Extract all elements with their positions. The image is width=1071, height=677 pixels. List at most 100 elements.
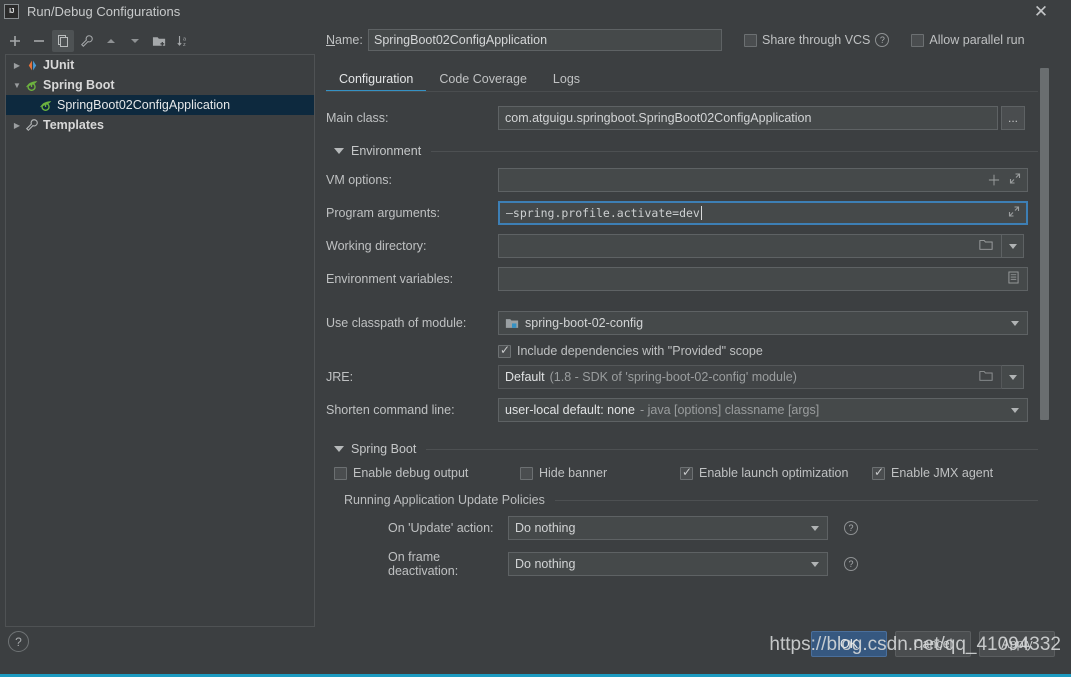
scrollbar-thumb[interactable] [1040,68,1049,420]
use-classpath-combo[interactable]: spring-boot-02-config [498,311,1028,335]
working-directory-row: Working directory: [326,234,1038,258]
chevron-down-icon[interactable] [334,446,344,452]
chevron-down-icon[interactable] [334,148,344,154]
wrench-icon [24,117,40,133]
checkbox-box[interactable] [680,465,693,480]
tree-item-springboot02configapplication[interactable]: SpringBoot02ConfigApplication [6,95,314,115]
shorten-command-line-row: Shorten command line: user-local default… [326,398,1038,422]
folder-icon[interactable] [979,370,993,385]
use-classpath-row: Use classpath of module: spring-boot-02-… [326,311,1038,335]
main-class-browse-button[interactable]: ... [1001,106,1025,130]
on-update-action-combo[interactable]: Do nothing [508,516,828,540]
move-down-button[interactable] [124,30,146,52]
tree-item-label: JUnit [43,58,75,72]
enable-launch-optimization-label: Enable launch optimization [699,466,849,480]
jre-dropdown-button[interactable] [1002,365,1024,389]
edit-list-icon[interactable] [1008,271,1019,287]
environment-section-header[interactable]: Environment [334,144,1038,158]
add-configuration-button[interactable] [4,30,26,52]
help-button[interactable]: ? [8,631,29,652]
enable-debug-output-checkbox[interactable]: Enable debug output [334,466,520,480]
checkbox-box[interactable] [498,343,511,358]
jre-hint: (1.8 - SDK of 'spring-boot-02-config' mo… [549,370,797,384]
shorten-command-line-value: user-local default: none [505,403,635,417]
working-directory-input[interactable] [498,234,1002,258]
edit-templates-button[interactable] [76,30,98,52]
chevron-down-icon [1011,407,1019,413]
intellij-idea-icon: IJ [4,4,19,19]
checkbox-box[interactable] [520,466,533,480]
chevron-down-icon [1011,320,1019,326]
name-row: Name: SpringBoot02ConfigApplication Shar… [326,28,1038,52]
spring-boot-icon [24,77,40,93]
hide-banner-checkbox[interactable]: Hide banner [520,466,680,480]
tree-item-junit[interactable]: ▶ JUnit [6,55,314,75]
enable-launch-optimization-checkbox[interactable]: Enable launch optimization [680,465,872,480]
configuration-tabs: Configuration Code Coverage Logs [326,62,1038,92]
close-icon[interactable]: ✕ [1023,0,1059,22]
configuration-panel: Name: SpringBoot02ConfigApplication Shar… [326,28,1038,628]
tab-logs[interactable]: Logs [540,66,593,92]
chevron-down-icon [811,561,819,567]
new-folder-button[interactable] [148,30,170,52]
sort-alphabetically-button[interactable]: a z [172,30,194,52]
vm-options-input[interactable]: ＋ [498,168,1028,192]
window-title: Run/Debug Configurations [27,4,181,19]
tree-item-label: SpringBoot02ConfigApplication [57,98,231,112]
environment-variables-row: Environment variables: [326,267,1038,291]
enable-jmx-agent-checkbox[interactable]: Enable JMX agent [872,465,993,480]
copy-configuration-button[interactable] [52,30,74,52]
add-icon[interactable]: ＋ [987,173,1001,187]
allow-parallel-run-checkbox[interactable]: Allow parallel run [911,33,1025,47]
on-update-action-value: Do nothing [515,521,576,535]
on-update-action-row: On 'Update' action: Do nothing ? [326,516,1038,540]
section-divider [554,499,1038,501]
jre-value: Default [505,370,545,384]
spring-boot-section-header[interactable]: Spring Boot [334,442,1038,456]
tree-item-spring-boot[interactable]: ▼ Spring Boot [6,75,314,95]
shorten-command-line-combo[interactable]: user-local default: none - java [options… [498,398,1028,422]
chevron-right-icon[interactable]: ▶ [10,58,24,72]
share-through-vcs-label: Share through VCS [762,33,871,47]
chevron-down-icon[interactable]: ▼ [10,78,24,92]
on-frame-deactivation-row: On frame deactivation: Do nothing ? [326,550,1038,578]
folder-icon[interactable] [979,239,993,254]
vertical-scrollbar[interactable] [1040,60,1049,630]
working-directory-dropdown-button[interactable] [1002,234,1024,258]
tabs-divider [326,91,1038,92]
chevron-right-icon[interactable]: ▶ [10,118,24,132]
checkbox-box[interactable] [744,33,757,47]
environment-section-title: Environment [351,144,422,158]
on-frame-deactivation-combo[interactable]: Do nothing [508,552,828,576]
program-arguments-input[interactable]: —spring.profile.activate=dev [498,201,1028,225]
tab-code-coverage[interactable]: Code Coverage [426,66,540,92]
main-class-input[interactable]: com.atguigu.springboot.SpringBoot02Confi… [498,106,998,130]
jre-input[interactable]: Default (1.8 - SDK of 'spring-boot-02-co… [498,365,1002,389]
chevron-down-icon [1008,243,1017,249]
ok-button[interactable]: OK [811,631,887,657]
spring-boot-section-title: Spring Boot [351,442,417,456]
cancel-button[interactable]: Cancel [895,631,971,657]
on-update-action-help-icon[interactable]: ? [844,521,858,535]
remove-configuration-button[interactable] [28,30,50,52]
configurations-tree[interactable]: ▶ JUnit ▼ Spring Boot SpringBoot02Config… [5,54,315,627]
expand-icon[interactable] [1009,173,1021,188]
move-up-button[interactable] [100,30,122,52]
checkbox-box[interactable] [872,465,885,480]
include-provided-scope-checkbox[interactable]: Include dependencies with "Provided" sco… [498,343,763,358]
expand-icon[interactable] [1008,206,1020,221]
environment-variables-input[interactable] [498,267,1028,291]
include-provided-scope-label: Include dependencies with "Provided" sco… [517,344,763,358]
module-icon [505,317,519,329]
share-vcs-help-icon[interactable]: ? [875,33,890,47]
share-through-vcs-checkbox[interactable]: Share through VCS ? [744,33,890,47]
tab-configuration[interactable]: Configuration [326,66,427,92]
apply-button[interactable]: Apply [979,631,1055,657]
checkbox-box[interactable] [334,466,347,480]
on-frame-deactivation-help-icon[interactable]: ? [844,557,858,571]
name-input[interactable]: SpringBoot02ConfigApplication [368,29,722,51]
shorten-command-line-hint: - java [options] classname [args] [639,403,820,417]
tree-item-templates[interactable]: ▶ Templates [6,115,314,135]
title-bar: IJ Run/Debug Configurations ✕ [0,0,1071,23]
checkbox-box[interactable] [911,33,925,47]
